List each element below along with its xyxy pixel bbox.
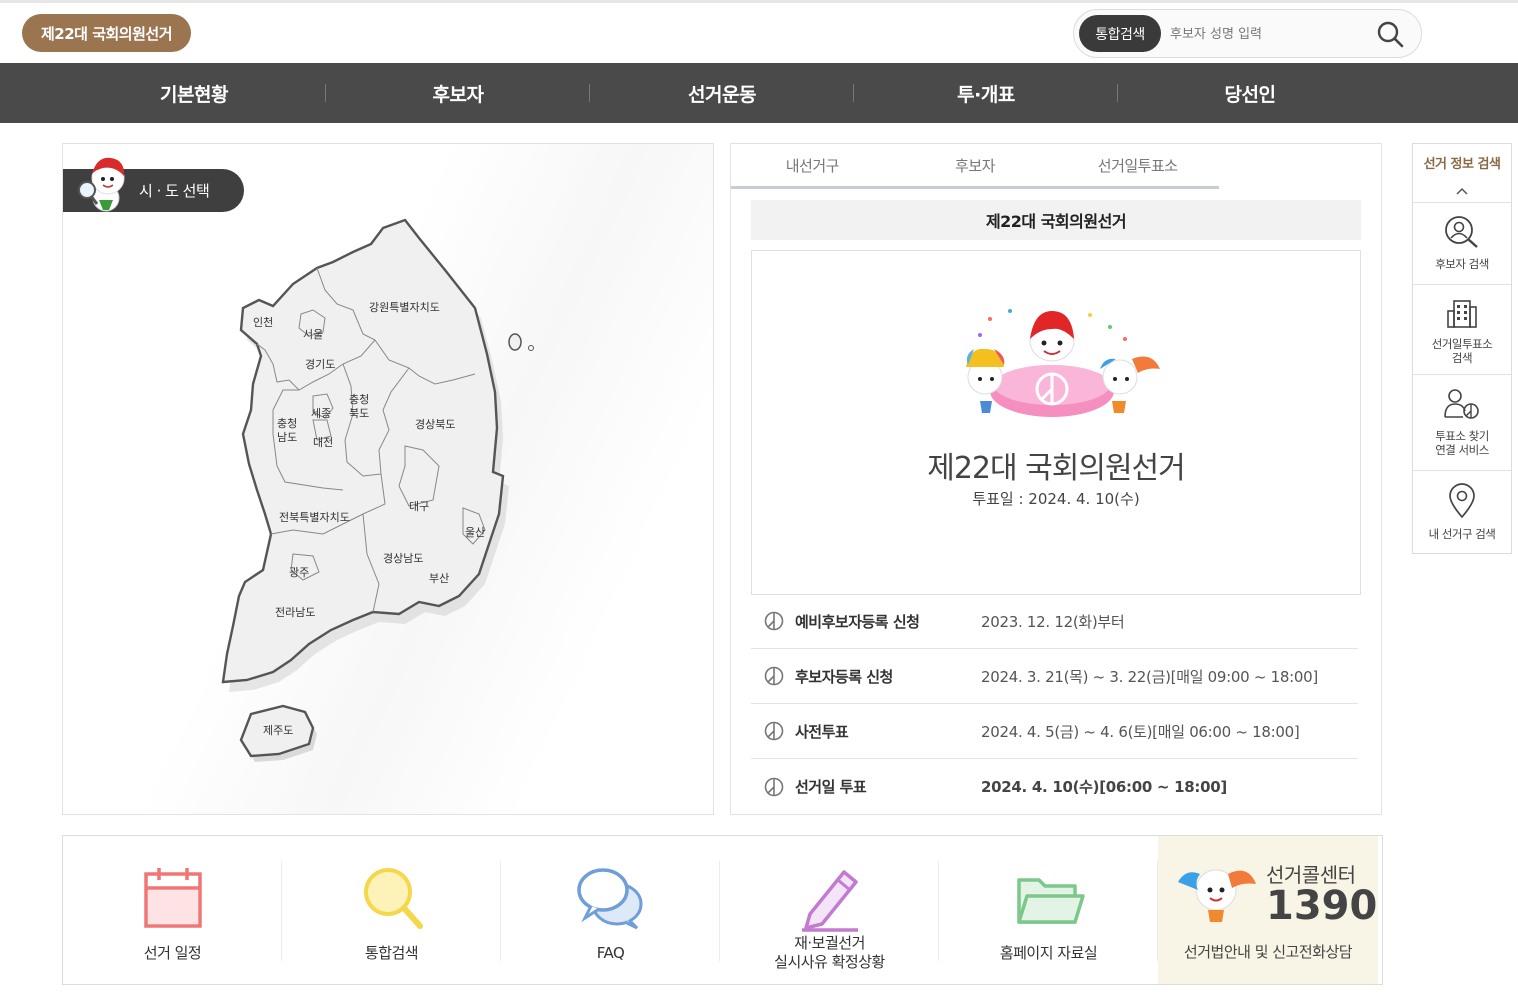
map-label-gyeongnam: 경상남도 xyxy=(383,552,423,565)
tab-my-district[interactable]: 내선거구 xyxy=(731,144,894,186)
banner-title: 제22대 국회의원선거 xyxy=(927,451,1186,486)
vote-mark-icon xyxy=(764,777,784,796)
search-input[interactable] xyxy=(1170,22,1370,46)
map-label-chungnam-2: 남도 xyxy=(277,431,297,444)
schedule-label: 선거일 투표 xyxy=(795,778,867,796)
info-tabs: 내선거구 후보자 선거일투표소 xyxy=(731,144,1219,189)
shortcut-integrated-search[interactable]: 통합검색 xyxy=(282,836,501,984)
quick-menu: 선거 정보 검색 후보자 검색 선거일투표소 검색 투표소 찾기 연결 서비스 … xyxy=(1412,143,1512,554)
quick-candidate-search[interactable]: 후보자 검색 xyxy=(1413,203,1511,285)
quick-label: 후보자 검색 xyxy=(1435,257,1489,271)
map-label-gyeongbuk: 경상북도 xyxy=(415,418,455,431)
shortcut-faq[interactable]: FAQ xyxy=(501,836,720,984)
map-label-daejeon: 대전 xyxy=(313,436,333,449)
vote-mark-icon xyxy=(764,611,784,631)
bottom-shortcuts: 선거 일정 통합검색 FAQ 재·보궐선거 실시사유 확정상황 홈페이지 자료실… xyxy=(62,835,1383,985)
map-label-daegu: 대구 xyxy=(409,500,429,513)
schedule-label: 예비후보자등록 신청 xyxy=(795,612,920,631)
quick-label: 선거일투표소 검색 xyxy=(1431,337,1493,365)
shortcut-election-schedule[interactable]: 선거 일정 xyxy=(63,836,282,984)
shortcut-label: 홈페이지 자료실 xyxy=(999,944,1098,962)
nav-item-campaign[interactable]: 선거운동 xyxy=(590,63,854,123)
schedule-row: 사전투표 2024. 4. 5(금) ~ 4. 6(토)[매일 06:00 ~ … xyxy=(751,704,1358,759)
map-mainland xyxy=(221,218,505,684)
map-label-gangwon: 강원특별자치도 xyxy=(369,301,440,314)
location-pin-icon xyxy=(1449,483,1475,519)
map-label-incheon: 인천 xyxy=(253,315,273,329)
schedule-row: 선거일 투표 2024. 4. 10(수)[06:00 ~ 18:00] xyxy=(751,759,1358,814)
shortcut-data-room[interactable]: 홈페이지 자료실 xyxy=(939,836,1158,984)
call-center-panel[interactable]: 선거콜센터 1390 선거법안내 및 신고전화상담 xyxy=(1158,836,1378,984)
map-label-gyeonggi: 경기도 xyxy=(305,358,335,371)
map-label-jeonbuk: 전북특별자치도 xyxy=(279,511,350,524)
vote-mark-icon xyxy=(764,721,784,741)
mascot-group-icon xyxy=(966,309,1160,417)
magnifier-icon xyxy=(364,868,423,929)
map-label-chungbuk-1: 충청 xyxy=(349,393,369,406)
quick-polling-search[interactable]: 선거일투표소 검색 xyxy=(1413,285,1511,375)
quick-find-polling-link[interactable]: 투표소 찾기 연결 서비스 xyxy=(1413,375,1511,471)
map-panel: 시 · 도 선택 인천 서울 경기도 강원특별자치도 충청 남도 세종 충청 북… xyxy=(62,143,714,815)
calendar-icon xyxy=(144,868,202,928)
call-center-desc: 선거법안내 및 신고전화상담 xyxy=(1183,943,1353,961)
tab-polling-station[interactable]: 선거일투표소 xyxy=(1056,144,1219,186)
schedule-date: 2024. 4. 5(금) ~ 4. 6(토)[매일 06:00 ~ 18:00… xyxy=(981,722,1300,741)
nav-item-candidates[interactable]: 후보자 xyxy=(326,63,590,123)
shortcut-label: 통합검색 xyxy=(364,944,419,962)
quick-menu-title: 선거 정보 검색 xyxy=(1423,157,1501,172)
schedule-label: 후보자등록 신청 xyxy=(795,667,893,686)
map-label-jeonnam: 전라남도 xyxy=(275,606,315,619)
search-bar: 통합검색 xyxy=(1073,9,1422,58)
call-center-number: 1390 xyxy=(1266,883,1378,929)
shortcut-label: 선거 일정 xyxy=(143,944,202,962)
korea-map: 인천 서울 경기도 강원특별자치도 충청 남도 세종 충청 북도 대전 경상북도… xyxy=(221,218,534,762)
person-pie-icon xyxy=(1444,389,1479,419)
map-label-seoul: 서울 xyxy=(303,328,323,341)
quick-my-district-search[interactable]: 내 선거구 검색 xyxy=(1413,471,1511,551)
nav-item-elected[interactable]: 당선인 xyxy=(1118,63,1382,123)
quick-label: 내 선거구 검색 xyxy=(1428,527,1496,541)
main-navigation: 기본현황 후보자 선거운동 투·개표 당선인 xyxy=(0,63,1518,123)
chevron-up-icon[interactable] xyxy=(1455,186,1469,196)
nav-item-basic-status[interactable]: 기본현황 xyxy=(62,63,326,123)
election-info-panel: 내선거구 후보자 선거일투표소 제22대 국회의원선거 제22대 국회의원선거 … xyxy=(730,143,1382,815)
search-button[interactable] xyxy=(1374,18,1406,50)
map-label-jeju: 제주도 xyxy=(263,724,293,737)
map-label-chungbuk-2: 북도 xyxy=(349,407,369,420)
top-border xyxy=(0,0,1518,3)
schedule-label: 사전투표 xyxy=(795,722,849,741)
pencil-icon xyxy=(802,870,858,932)
quick-menu-header[interactable]: 선거 정보 검색 xyxy=(1413,144,1511,203)
map-label-gwangju: 광주 xyxy=(289,566,309,579)
building-icon xyxy=(1447,300,1477,328)
schedule-date: 2024. 4. 10(수)[06:00 ~ 18:00] xyxy=(981,778,1227,796)
shortcut-label: 재·보궐선거 실시사유 확정상황 xyxy=(774,934,885,971)
map-label-chungnam-1: 충청 xyxy=(277,417,297,430)
folder-icon xyxy=(1017,878,1085,924)
schedule-row: 예비후보자등록 신청 2023. 12. 12(화)부터 xyxy=(751,594,1358,649)
shortcut-by-election-status[interactable]: 재·보궐선거 실시사유 확정상황 xyxy=(720,836,939,984)
quick-label: 투표소 찾기 연결 서비스 xyxy=(1435,429,1489,457)
schedule-date: 2023. 12. 12(화)부터 xyxy=(981,612,1125,631)
banner-vote-date: 투표일 : 2024. 4. 10(수) xyxy=(972,490,1140,508)
nav-item-voting-counting[interactable]: 투·개표 xyxy=(854,63,1118,123)
search-type-button[interactable]: 통합검색 xyxy=(1079,15,1161,52)
election-banner: 제22대 국회의원선거 투표일 : 2024. 4. 10(수) xyxy=(751,250,1361,595)
mascot-magnifier-icon xyxy=(78,157,125,212)
schedule-row: 후보자등록 신청 2024. 3. 21(목) ~ 3. 22(금)[매일 09… xyxy=(751,649,1358,704)
person-search-icon xyxy=(1445,216,1478,248)
tab-candidates[interactable]: 후보자 xyxy=(894,144,1057,186)
map-label-ulsan: 울산 xyxy=(465,526,485,539)
chat-bubbles-icon xyxy=(577,868,643,930)
mascot-icon xyxy=(1178,869,1256,922)
shortcut-label: FAQ xyxy=(596,944,625,962)
schedule-date: 2024. 3. 21(목) ~ 3. 22(금)[매일 09:00 ~ 18:… xyxy=(981,667,1318,686)
map-label-sejong: 세종 xyxy=(311,407,331,420)
election-badge[interactable]: 제22대 국회의원선거 xyxy=(22,14,191,52)
search-icon xyxy=(1377,21,1404,48)
map-label-busan: 부산 xyxy=(429,572,449,585)
vote-mark-icon xyxy=(764,666,784,686)
election-title: 제22대 국회의원선거 xyxy=(751,200,1361,240)
